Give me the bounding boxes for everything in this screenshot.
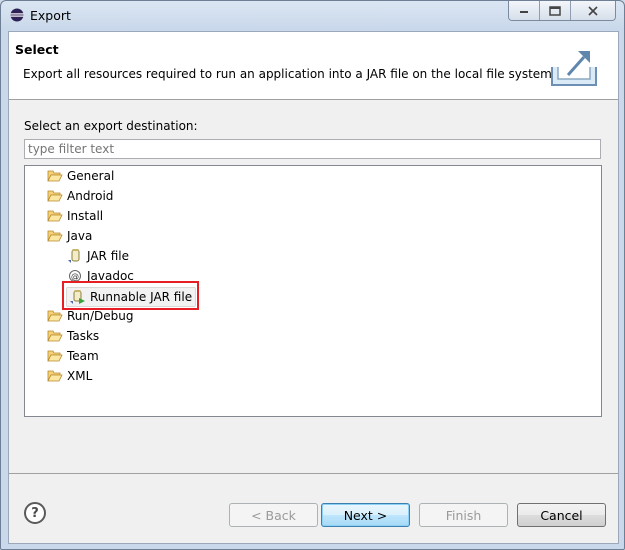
tree-item-xml[interactable]: XML: [47, 367, 92, 385]
minimize-icon: [520, 10, 528, 13]
window-title: Export: [30, 8, 71, 23]
folder-open-icon: [47, 308, 63, 324]
minimize-button[interactable]: [509, 1, 540, 20]
help-icon: ?: [31, 505, 39, 521]
folder-open-icon: [47, 228, 63, 244]
annotation-highlight-box: [62, 281, 199, 310]
tree-item-label: Run/Debug: [67, 309, 134, 323]
tree-item-label: General: [67, 169, 115, 183]
tree-item-label: Tasks: [67, 329, 100, 343]
tree-item-label: Install: [67, 209, 104, 223]
folder-open-icon: [47, 188, 63, 204]
page-title: Select: [15, 42, 59, 57]
folder-open-icon: [47, 328, 63, 344]
tree-item-label: XML: [67, 369, 93, 383]
tree-item-android[interactable]: Android: [47, 187, 113, 205]
tree-item-jar-file[interactable]: JAR file: [67, 247, 129, 265]
page-description: Export all resources required to run an …: [23, 67, 556, 81]
title-bar[interactable]: Export: [1, 1, 624, 31]
folder-open-icon: [47, 208, 63, 224]
filter-input[interactable]: [24, 139, 601, 159]
help-button[interactable]: ?: [24, 502, 46, 524]
eclipse-icon: [10, 8, 24, 22]
jar-icon: [67, 248, 83, 264]
folder-open-icon: [47, 168, 63, 184]
tree-item-tasks[interactable]: Tasks: [47, 327, 99, 345]
dialog-client-area: Select Export all resources required to …: [8, 31, 619, 544]
cancel-button[interactable]: Cancel: [517, 503, 606, 527]
close-icon: [588, 5, 598, 16]
export-dialog: Export Select Export all resources requi…: [0, 0, 625, 550]
close-button[interactable]: [571, 1, 615, 20]
tree-item-team[interactable]: Team: [47, 347, 99, 365]
export-destination-label: Select an export destination:: [24, 119, 198, 133]
svg-text:@: @: [71, 272, 79, 281]
export-banner-icon: [548, 45, 600, 89]
maximize-icon: [549, 5, 561, 16]
folder-open-icon: [47, 368, 63, 384]
tree-item-label: JAR file: [87, 249, 129, 263]
tree-item-java[interactable]: Java: [47, 227, 92, 245]
maximize-button[interactable]: [540, 1, 571, 20]
tree-item-install[interactable]: Install: [47, 207, 103, 225]
window-controls: [508, 1, 616, 21]
tree-item-label: Android: [67, 189, 114, 203]
back-button[interactable]: < Back: [229, 503, 318, 527]
wizard-header: Select Export all resources required to …: [9, 32, 618, 100]
export-wizard-tree[interactable]: General Android Install Java JAR file @ …: [24, 165, 602, 417]
tree-item-label: Team: [67, 349, 99, 363]
finish-button[interactable]: Finish: [419, 503, 508, 527]
tree-item-general[interactable]: General: [47, 167, 114, 185]
button-bar-separator: [9, 473, 618, 474]
folder-open-icon: [47, 348, 63, 364]
tree-item-label: Java: [67, 229, 93, 243]
next-button[interactable]: Next >: [321, 503, 410, 527]
